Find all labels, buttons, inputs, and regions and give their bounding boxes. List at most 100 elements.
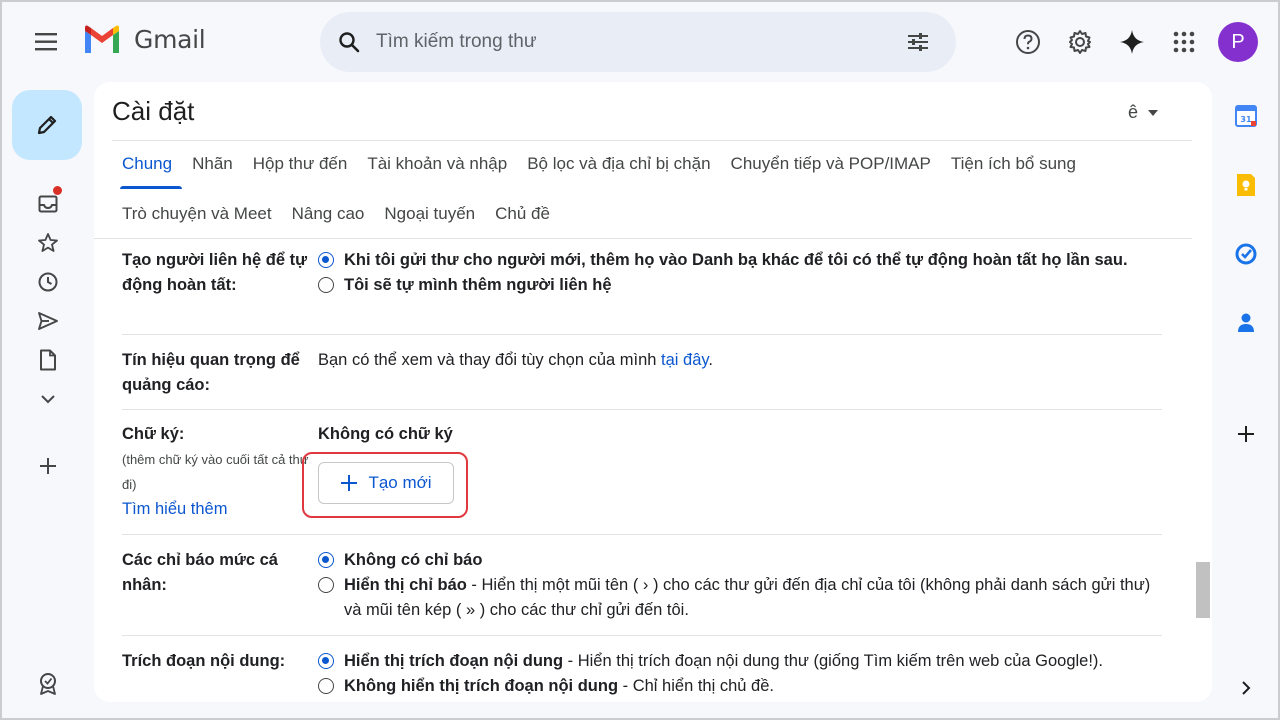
tab-chat-meet[interactable]: Trò chuyện và Meet — [122, 204, 272, 238]
gemini-sparkle-icon[interactable] — [1106, 24, 1158, 60]
ads-text-end: . — [708, 351, 714, 369]
calendar-date: 31 — [1240, 115, 1252, 124]
ads-text: Bạn có thể xem và thay đổi tùy chọn của … — [318, 351, 662, 369]
tab-offline[interactable]: Ngoại tuyến — [384, 204, 475, 238]
nav-more[interactable] — [32, 379, 64, 418]
compose-button[interactable] — [12, 90, 82, 160]
main-menu-icon[interactable] — [30, 26, 64, 58]
scrollbar-thumb[interactable] — [1196, 562, 1210, 618]
caret-down-icon — [1148, 109, 1159, 116]
settings-tabs-row2: Trò chuyện và Meet Nâng cao Ngoại tuyến … — [122, 204, 550, 238]
settings-tabs-row1: Chung Nhãn Hộp thư đến Tài khoản và nhập… — [119, 154, 1076, 189]
create-signature-label: Tạo mới — [368, 473, 432, 492]
nav-drafts[interactable] — [32, 340, 64, 379]
settings-gear-icon[interactable] — [1054, 24, 1106, 60]
plus-icon — [341, 475, 358, 491]
radio-button[interactable] — [318, 653, 334, 669]
pencil-icon — [37, 115, 57, 135]
clock-icon — [38, 272, 58, 291]
nav-starred[interactable] — [32, 223, 64, 262]
side-panel-rail: 31 — [1230, 98, 1262, 341]
radio-option[interactable]: Tôi sẽ tự mình thêm người liên hệ — [318, 273, 1168, 298]
divider — [112, 140, 1192, 141]
tab-inbox[interactable]: Hộp thư đến — [253, 154, 348, 188]
tab-labels[interactable]: Nhãn — [192, 154, 233, 188]
create-signature-button[interactable]: Tạo mới — [318, 462, 454, 504]
search-options-icon[interactable] — [900, 31, 956, 53]
tab-general[interactable]: Chung — [119, 154, 183, 189]
option-description: - Chỉ hiển thị chủ đề. — [618, 677, 774, 695]
nav-sent[interactable] — [32, 301, 64, 340]
setting-label: Các chỉ báo mức cá nhân: — [122, 551, 278, 594]
radio-button[interactable] — [318, 552, 334, 568]
account-avatar[interactable]: P — [1218, 22, 1258, 62]
divider — [122, 534, 1162, 535]
input-tools-label: ê — [1128, 102, 1139, 122]
tab-forwarding-pop-imap[interactable]: Chuyển tiếp và POP/IMAP — [731, 154, 931, 188]
radio-button[interactable] — [318, 252, 334, 268]
gmail-m-icon — [85, 25, 119, 53]
option-title: Hiển thị trích đoạn nội dung — [344, 652, 564, 670]
plus-icon — [1238, 426, 1254, 442]
radio-option[interactable]: Không có chỉ báo — [318, 548, 1168, 573]
gmail-logo[interactable]: Gmail — [82, 24, 206, 54]
create-label-button[interactable] — [32, 448, 64, 484]
show-side-panel-button[interactable] — [1230, 670, 1262, 706]
option-text: Khi tôi gửi thư cho người mới, thêm họ v… — [344, 251, 1128, 269]
tab-accounts-import[interactable]: Tài khoản và nhập — [367, 154, 507, 188]
inbox-icon — [38, 195, 58, 212]
search-bar — [320, 12, 956, 72]
tasks-app-icon[interactable] — [1230, 236, 1262, 272]
divider — [122, 334, 1162, 335]
draft-file-icon — [40, 349, 56, 370]
send-icon — [38, 311, 58, 330]
setting-label: Tạo người liên hệ để tự động hoàn tất: — [122, 251, 308, 294]
radio-option[interactable]: Hiển thị chỉ báo - Hiển thị một mũi tên … — [318, 573, 1168, 623]
plus-icon — [40, 458, 56, 474]
radio-option[interactable]: Hiển thị trích đoạn nội dung - Hiển thị … — [318, 649, 1168, 674]
upgrade-badge-icon[interactable] — [32, 666, 64, 702]
star-icon — [38, 232, 58, 252]
google-apps-icon[interactable] — [1158, 24, 1210, 60]
setting-label: Trích đoạn nội dung: — [122, 652, 286, 670]
tab-addons[interactable]: Tiện ích bổ sung — [951, 154, 1076, 188]
chevron-right-icon — [1242, 681, 1251, 695]
help-icon[interactable] — [1002, 24, 1054, 60]
calendar-app-icon[interactable]: 31 — [1230, 98, 1262, 134]
contacts-app-icon[interactable] — [1230, 305, 1262, 341]
nav-snoozed[interactable] — [32, 262, 64, 301]
option-title: Hiển thị chỉ báo — [344, 576, 467, 594]
input-tools-selector[interactable]: ê — [1128, 102, 1159, 123]
ads-settings-link[interactable]: tại đây — [661, 351, 708, 369]
divider — [122, 409, 1162, 410]
chevron-down-icon — [41, 394, 55, 403]
left-nav-rail — [32, 184, 64, 418]
top-bar: Gmail P — [2, 2, 1278, 80]
search-input[interactable] — [376, 31, 900, 53]
search-icon[interactable] — [320, 31, 376, 53]
option-text: Không có chỉ báo — [344, 551, 483, 569]
app-name: Gmail — [134, 24, 206, 54]
divider — [94, 238, 1192, 239]
get-addons-button[interactable] — [1230, 416, 1262, 452]
nav-inbox[interactable] — [32, 184, 64, 223]
unread-dot — [53, 186, 62, 195]
option-text: Tôi sẽ tự mình thêm người liên hệ — [344, 276, 612, 294]
page-title: Cài đặt — [112, 96, 195, 126]
radio-option[interactable]: Khi tôi gửi thư cho người mới, thêm họ v… — [318, 248, 1168, 273]
no-signature-text: Không có chữ ký — [318, 425, 453, 443]
radio-button[interactable] — [318, 678, 334, 694]
keep-app-icon[interactable] — [1230, 167, 1262, 203]
radio-option[interactable]: Không hiển thị trích đoạn nội dung - Chỉ… — [318, 674, 1168, 699]
tab-themes[interactable]: Chủ đề — [495, 204, 550, 238]
radio-button[interactable] — [318, 277, 334, 293]
settings-panel: Cài đặt ê Chung Nhãn Hộp thư đến Tài kho… — [94, 82, 1212, 702]
divider — [122, 635, 1162, 636]
tab-advanced[interactable]: Nâng cao — [292, 204, 365, 238]
option-title: Không hiển thị trích đoạn nội dung — [344, 677, 619, 695]
tab-filters-blocked[interactable]: Bộ lọc và địa chỉ bị chặn — [527, 154, 710, 188]
setting-label: Tín hiệu quan trọng để quảng cáo: — [122, 351, 300, 394]
option-description: - Hiển thị trích đoạn nội dung thư (giốn… — [563, 652, 1103, 670]
radio-button[interactable] — [318, 577, 334, 593]
learn-more-link[interactable]: Tìm hiểu thêm — [122, 497, 322, 522]
